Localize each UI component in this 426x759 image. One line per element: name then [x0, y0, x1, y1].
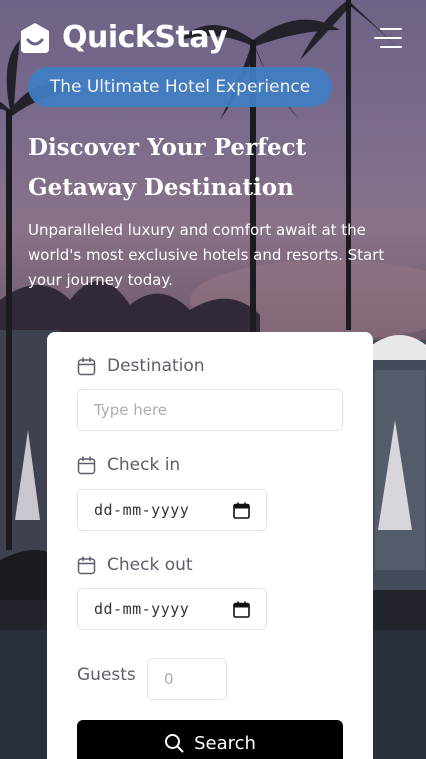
checkout-date-value: dd-mm-yyyy	[94, 600, 190, 618]
checkin-date-value: dd-mm-yyyy	[94, 501, 190, 519]
search-icon	[165, 734, 184, 753]
calendar-icon	[77, 356, 96, 375]
guests-placeholder: 0	[164, 670, 174, 688]
subtitle-line: Unparalleled luxury and comfort await at…	[28, 221, 366, 239]
smiley-bag-icon	[21, 22, 49, 53]
brand-name: QuickStay	[62, 20, 228, 55]
search-button[interactable]: Search	[77, 720, 343, 759]
search-card: Destination Type here Check in dd-mm-yyy…	[47, 332, 373, 759]
calendar-icon	[77, 555, 96, 574]
hamburger-menu-icon[interactable]	[374, 28, 402, 50]
title-line: Discover Your Perfect	[28, 134, 307, 161]
destination-label: Destination	[77, 356, 205, 376]
checkout-date-input[interactable]: dd-mm-yyyy	[77, 588, 267, 630]
page-title: Discover Your Perfect Getaway Destinatio…	[28, 128, 408, 208]
destination-input[interactable]: Type here	[77, 389, 343, 431]
checkin-label: Check in	[77, 455, 180, 475]
checkin-date-input[interactable]: dd-mm-yyyy	[77, 489, 267, 531]
guests-input[interactable]: 0	[147, 658, 227, 700]
calendar-picker-icon[interactable]	[233, 502, 250, 519]
calendar-icon	[77, 455, 96, 474]
calendar-picker-icon[interactable]	[233, 601, 250, 618]
checkout-label: Check out	[77, 555, 193, 575]
subtitle-line: your journey today.	[28, 271, 173, 289]
brand-logo[interactable]: QuickStay	[18, 20, 228, 55]
tagline-badge: The Ultimate Hotel Experience	[28, 67, 332, 107]
page-subtitle: Unparalleled luxury and comfort await at…	[28, 218, 400, 293]
title-line: Getaway Destination	[28, 174, 294, 201]
checkout-label-text: Check out	[107, 555, 193, 575]
search-button-label: Search	[194, 732, 256, 754]
destination-label-text: Destination	[107, 356, 205, 376]
checkin-label-text: Check in	[107, 455, 181, 475]
guests-label: Guests	[77, 665, 136, 685]
subtitle-line: world's most exclusive hotels and resort…	[28, 246, 385, 264]
destination-placeholder: Type here	[94, 401, 168, 419]
